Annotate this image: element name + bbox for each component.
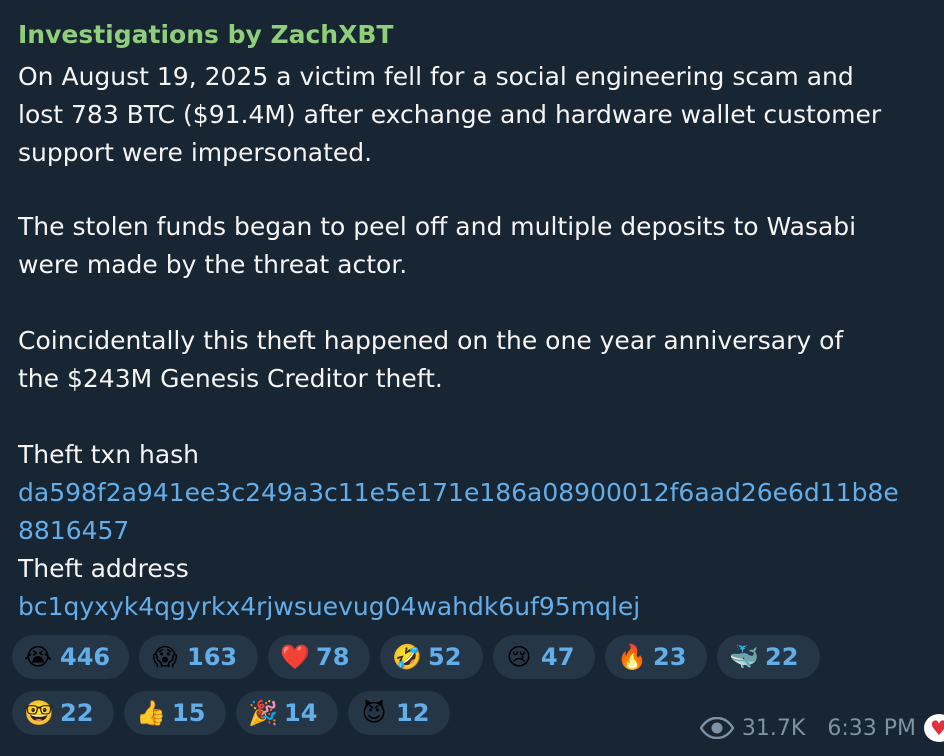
reaction-button[interactable]: ❤️ 78 <box>268 635 370 679</box>
reaction-count: 14 <box>284 699 318 727</box>
nerd-face-icon: 🤓 <box>24 699 54 727</box>
thumbs-up-icon: 👍 <box>136 699 166 727</box>
reaction-button[interactable]: 😈 12 <box>348 691 450 735</box>
loudly-crying-face-icon: 😭 <box>24 643 53 671</box>
text-line: The stolen funds began to peel off and m… <box>18 212 857 241</box>
text-line: the $243M Genesis Creditor theft. <box>18 364 443 393</box>
reaction-count: 47 <box>541 643 575 671</box>
txn-hash-line: 8816457 <box>18 516 130 545</box>
reaction-count: 163 <box>187 643 238 671</box>
text-line: On August 19, 2025 a victim fell for a s… <box>18 62 854 91</box>
reaction-button[interactable]: 🤓 22 <box>12 691 114 735</box>
reaction-count: 78 <box>316 643 350 671</box>
channel-name[interactable]: Investigations by ZachXBT <box>18 18 394 52</box>
reaction-button[interactable]: 🤣 52 <box>380 635 483 679</box>
txn-hash-label: Theft txn hash <box>18 440 200 469</box>
post-paragraph-2: The stolen funds began to peel off and m… <box>18 208 926 284</box>
smiling-devil-icon: 😈 <box>361 699 387 727</box>
reaction-button[interactable]: 🎉 14 <box>236 691 338 735</box>
screaming-face-icon: 😱 <box>152 643 178 671</box>
eye-icon <box>699 717 734 739</box>
reaction-count: 22 <box>765 643 799 671</box>
crying-face-icon: 😢 <box>506 643 532 671</box>
reaction-button[interactable]: 👍 15 <box>124 691 226 735</box>
whale-icon: 🐳 <box>729 643 759 671</box>
reaction-count: 446 <box>60 643 111 671</box>
text-line: lost 783 BTC ($91.4M) after exchange and… <box>18 100 882 129</box>
reaction-count: 23 <box>653 643 687 671</box>
reaction-button[interactable]: 😢 47 <box>493 635 595 679</box>
reaction-button[interactable]: 😱 163 <box>139 635 258 679</box>
message-time: 6:33 PM <box>827 715 916 741</box>
text-line: Coincidentally this theft happened on th… <box>18 326 844 355</box>
reaction-button[interactable]: 🔥 23 <box>605 635 707 679</box>
red-heart-icon: ❤️ <box>280 643 310 671</box>
reaction-button[interactable]: 🐳 22 <box>717 635 820 679</box>
txn-hash-link[interactable]: da598f2a941ee3c249a3c11e5e171e186a089000… <box>18 474 926 550</box>
my-reaction-badge[interactable]: ♥ <box>922 712 944 742</box>
text-line: were made by the threat actor. <box>18 250 408 279</box>
theft-address-link[interactable]: bc1qyxyk4qgyrkx4rjwsuevug04wahdk6uf95mql… <box>18 588 926 626</box>
rolling-on-floor-laughing-icon: 🤣 <box>392 643 422 671</box>
post-paragraph-1: On August 19, 2025 a victim fell for a s… <box>18 58 926 172</box>
fire-icon: 🔥 <box>617 643 647 671</box>
text-line: support were impersonated. <box>18 138 373 167</box>
reaction-button[interactable]: 😭 446 <box>12 635 129 679</box>
theft-details: Theft txn hash da598f2a941ee3c249a3c11e5… <box>18 436 926 626</box>
party-popper-icon: 🎉 <box>248 699 278 727</box>
reaction-count: 22 <box>60 699 94 727</box>
txn-hash-line: da598f2a941ee3c249a3c11e5e171e186a089000… <box>18 478 899 507</box>
view-count: 31.7K <box>741 715 806 741</box>
reaction-count: 12 <box>396 699 430 727</box>
reaction-count: 52 <box>428 643 462 671</box>
post-paragraph-3: Coincidentally this theft happened on th… <box>18 322 926 398</box>
heart-icon: ♥ <box>924 714 944 742</box>
address-label: Theft address <box>18 554 189 583</box>
reaction-count: 15 <box>172 699 206 727</box>
message-meta: 31.7K 6:33 PM <box>699 710 916 746</box>
message-bubble: Investigations by ZachXBT On August 19, … <box>0 0 944 756</box>
